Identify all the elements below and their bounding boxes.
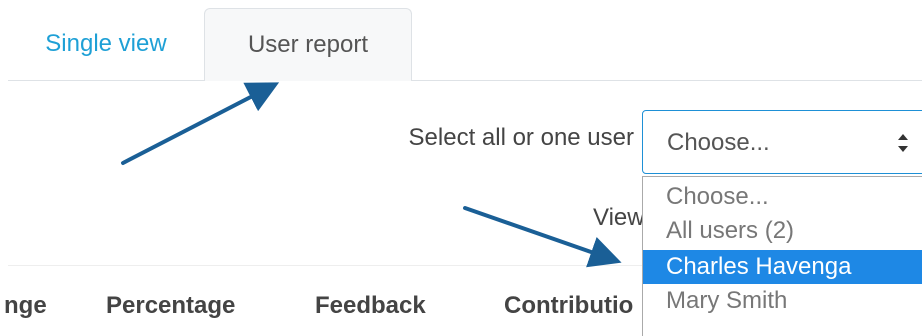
user-select-value: Choose... <box>667 129 770 156</box>
column-header-percentage[interactable]: Percentage <box>106 292 235 320</box>
column-header-range[interactable]: nge <box>4 292 47 320</box>
dropdown-option-mary-smith[interactable]: Mary Smith <box>643 284 922 318</box>
dropdown-option-charles-havenga[interactable]: Charles Havenga <box>643 250 922 284</box>
select-user-label: Select all or one user <box>408 124 634 151</box>
annotation-arrow-to-user-report <box>121 82 280 165</box>
select-arrows-icon <box>898 134 908 152</box>
column-header-contribution[interactable]: Contributio <box>504 292 633 320</box>
view-text: View <box>593 204 645 231</box>
table-divider <box>8 265 648 266</box>
user-select-dropdown[interactable]: Choose... All users (2) Charles Havenga … <box>642 176 922 336</box>
annotation-arrow-to-charles-havenga <box>463 206 622 268</box>
dropdown-option-all-users[interactable]: All users (2) <box>643 214 922 248</box>
dropdown-option-choose[interactable]: Choose... <box>643 180 922 214</box>
column-header-feedback[interactable]: Feedback <box>315 292 426 320</box>
tab-single-view[interactable]: Single view <box>8 8 204 80</box>
user-select[interactable]: Choose... <box>642 110 922 174</box>
tab-user-report[interactable]: User report <box>204 8 412 81</box>
tabs-bar: Single view User report <box>8 0 922 81</box>
